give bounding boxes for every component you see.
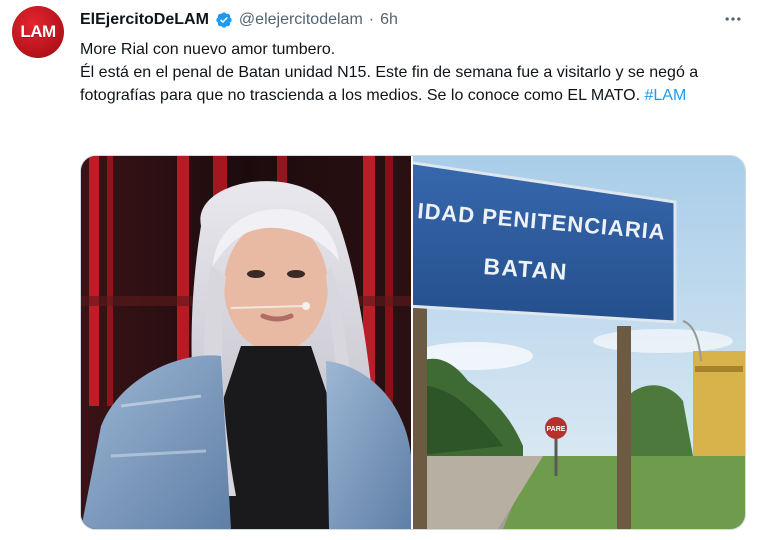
tweet-text-paragraph: Él está en el penal de Batan unidad N15.… (80, 61, 752, 107)
photo-prison-sign[interactable]: PARE IDAD PENITENCIARIA BATAN (413, 156, 745, 529)
avatar-logo-text: LAM (20, 22, 56, 41)
display-name[interactable]: ElEjercitoDeLAM (80, 11, 209, 29)
tweet[interactable]: LAM ElEjercitoDeLAM @elejercitodelam · 6… (0, 0, 767, 540)
separator-dot: · (368, 11, 375, 28)
tweet-text-body: Él está en el penal de Batan unidad N15.… (80, 64, 699, 104)
photo-woman[interactable] (81, 156, 411, 529)
more-horizontal-icon[interactable] (720, 8, 746, 30)
stop-sign-label: PARE (547, 426, 566, 433)
avatar[interactable]: LAM (12, 6, 64, 58)
verified-badge-icon (215, 11, 233, 29)
hashtag-link[interactable]: #LAM (644, 87, 686, 104)
tweet-header: ElEjercitoDeLAM @elejercitodelam · 6h (80, 8, 398, 32)
user-handle[interactable]: @elejercitodelam (239, 11, 363, 29)
tweet-text-line: More Rial con nuevo amor tumbero. (80, 41, 336, 58)
media-grid: PARE IDAD PENITENCIARIA BATAN (80, 155, 746, 530)
timestamp[interactable]: 6h (380, 11, 398, 29)
tweet-text: More Rial con nuevo amor tumbero. Él est… (80, 38, 752, 107)
